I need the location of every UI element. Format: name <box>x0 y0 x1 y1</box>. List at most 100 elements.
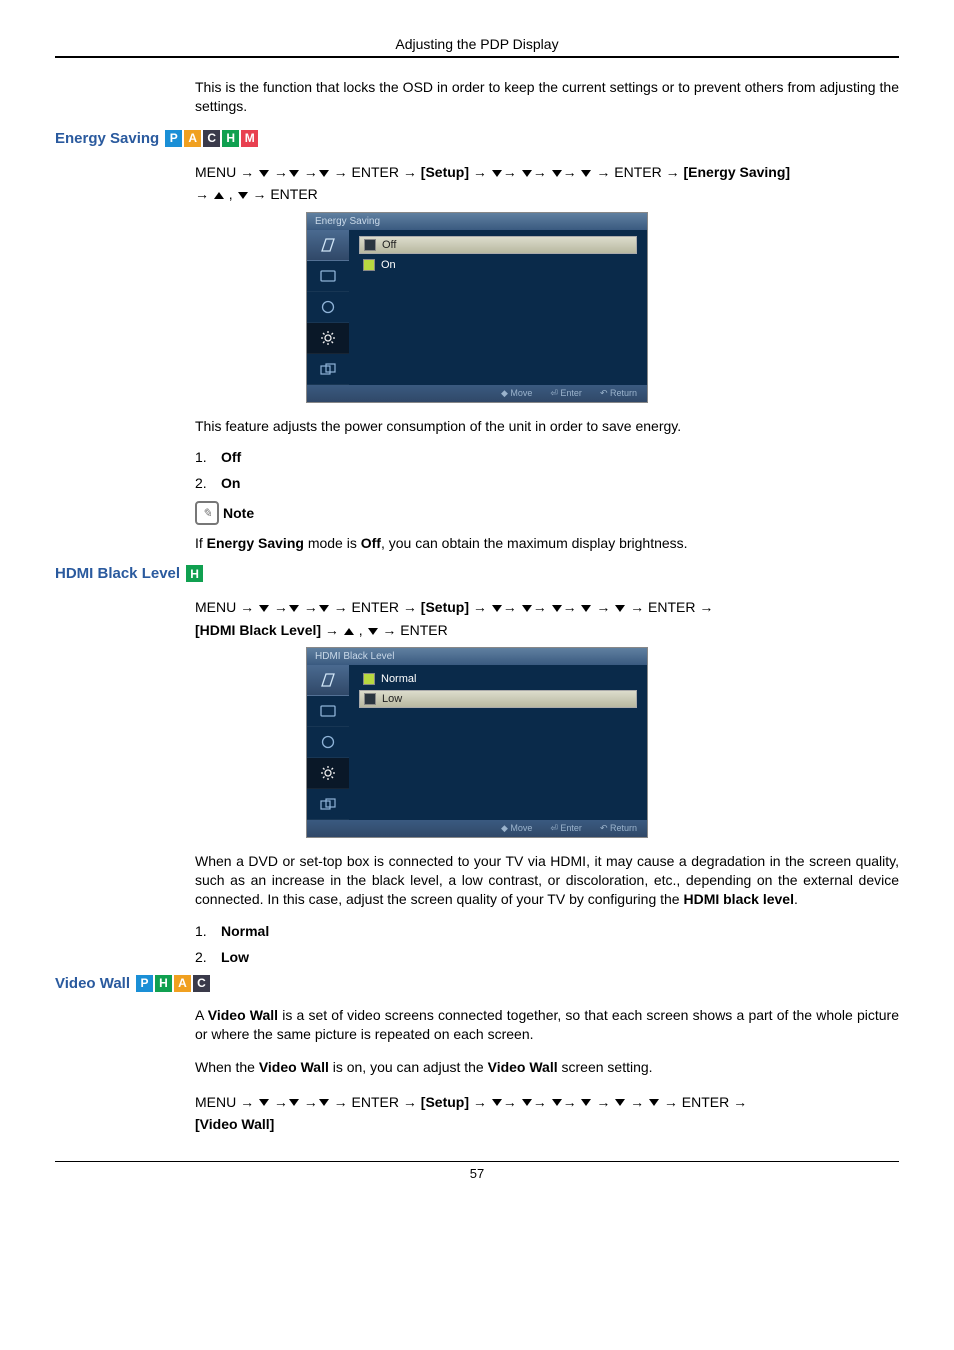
checkbox-checked-icon <box>363 259 375 271</box>
badge-h-icon: H <box>222 130 239 147</box>
page-number: 57 <box>55 1166 899 1181</box>
videowall-p1: A Video Wall is a set of video screens c… <box>195 1006 899 1044</box>
arrow-down-icon <box>259 1099 269 1106</box>
badge-c-icon: C <box>203 130 220 147</box>
badge-p-icon: P <box>136 975 153 992</box>
note-text: If Energy Saving mode is Off, you can ob… <box>195 535 899 551</box>
badge-group: P A C H M <box>165 130 258 147</box>
arrow-down-icon <box>522 170 532 177</box>
note-icon: ✎ <box>195 501 219 525</box>
badge-p-icon: P <box>165 130 182 147</box>
osd-footer-move: Move <box>510 388 532 398</box>
osd-footer-return: Return <box>610 388 637 398</box>
osd-main: Off On <box>349 230 647 385</box>
osd-tab-setup-icon <box>307 323 349 354</box>
section-hdmi-black-level: HDMI Black Level H <box>55 565 899 582</box>
osd-footer-enter: Enter <box>560 823 582 833</box>
note-label-text: Note <box>223 505 254 521</box>
section-title-text: Energy Saving <box>55 130 159 147</box>
list-item: 2.On <box>195 475 899 491</box>
nav-setup: [Setup] <box>421 164 469 180</box>
osd-option-on: On <box>359 257 637 273</box>
checkbox-icon <box>364 239 376 251</box>
nav-target: [HDMI Black Level] <box>195 622 321 638</box>
arrow-down-icon <box>615 605 625 612</box>
arrow-down-icon <box>259 605 269 612</box>
osd-footer-enter: Enter <box>560 388 582 398</box>
badge-m-icon: M <box>241 130 258 147</box>
nav-sequence-hdmi: MENU → → → → ENTER → [Setup] → → → → → →… <box>195 596 899 641</box>
osd-footer-return: Return <box>610 823 637 833</box>
arrow-down-icon <box>522 1099 532 1106</box>
arrow-down-icon <box>581 1099 591 1106</box>
arrow-down-icon <box>319 170 329 177</box>
list-item: 2.Low <box>195 949 899 965</box>
arrow-down-icon <box>552 170 562 177</box>
note-block: ✎ Note If Energy Saving mode is Off, you… <box>195 501 899 551</box>
list-item: 1.Normal <box>195 923 899 939</box>
arrow-down-icon <box>581 605 591 612</box>
arrow-down-icon <box>238 192 248 199</box>
arrow-down-icon <box>319 605 329 612</box>
osd-titlebar: Energy Saving <box>307 213 647 230</box>
osd-footer: ◆ Move ⏎ Enter ↶ Return <box>307 385 647 402</box>
page-header: Adjusting the PDP Display <box>55 36 899 52</box>
videowall-p2: When the Video Wall is on, you can adjus… <box>195 1058 899 1077</box>
checkbox-icon <box>364 693 376 705</box>
nav-target: [Video Wall] <box>195 1116 274 1132</box>
osd-tab-setup-icon <box>307 758 349 789</box>
list-item-label: Low <box>221 949 249 965</box>
list-item: 1.Off <box>195 449 899 465</box>
section-title-text: HDMI Black Level <box>55 565 180 582</box>
energy-desc: This feature adjusts the power consumpti… <box>195 417 899 436</box>
badge-h-icon: H <box>186 565 203 582</box>
osd-hdmi-black-level: HDMI Black Level Normal Low ◆ Move ⏎ Ent… <box>306 647 648 838</box>
list-item-label: Off <box>221 449 241 465</box>
badge-h-icon: H <box>155 975 172 992</box>
arrow-up-icon <box>214 192 224 199</box>
osd-main: Normal Low <box>349 665 647 820</box>
osd-footer: ◆ Move ⏎ Enter ↶ Return <box>307 820 647 837</box>
section-title-text: Video Wall <box>55 975 130 992</box>
osd-option-low: Low <box>359 690 637 708</box>
osd-option-label: Low <box>382 693 402 705</box>
arrow-down-icon <box>319 1099 329 1106</box>
section-video-wall: Video Wall P H A C <box>55 975 899 992</box>
arrow-down-icon <box>552 605 562 612</box>
osd-option-off: Off <box>359 236 637 254</box>
checkbox-checked-icon <box>363 673 375 685</box>
osd-tab-multi-icon <box>307 789 349 820</box>
hdmi-list: 1.Normal 2.Low <box>195 923 899 965</box>
list-item-label: On <box>221 475 240 491</box>
osd-sidebar <box>307 665 349 820</box>
osd-footer-move: Move <box>510 823 532 833</box>
hdmi-desc: When a DVD or set-top box is connected t… <box>195 852 899 909</box>
osd-sidebar <box>307 230 349 385</box>
arrow-down-icon <box>289 1099 299 1106</box>
energy-list: 1.Off 2.On <box>195 449 899 491</box>
nav-sequence-energy: MENU → → → → ENTER → [Setup] → → → → → E… <box>195 161 899 206</box>
nav-setup: [Setup] <box>421 1094 469 1110</box>
osd-titlebar: HDMI Black Level <box>307 648 647 665</box>
arrow-down-icon <box>492 1099 502 1106</box>
osd-tab-sound-icon <box>307 292 349 323</box>
note-label: ✎ Note <box>195 501 899 525</box>
osd-option-label: Off <box>382 239 396 251</box>
intro-text: This is the function that locks the OSD … <box>195 78 899 116</box>
header-divider <box>55 56 899 58</box>
arrow-down-icon <box>552 1099 562 1106</box>
osd-tab-input-icon <box>307 230 349 261</box>
nav-sequence-videowall: MENU → → → → ENTER → [Setup] → → → → → →… <box>195 1091 899 1136</box>
osd-option-label: On <box>381 259 396 271</box>
arrow-up-icon <box>344 628 354 635</box>
badge-a-icon: A <box>184 130 201 147</box>
osd-tab-sound-icon <box>307 727 349 758</box>
list-item-label: Normal <box>221 923 269 939</box>
osd-option-normal: Normal <box>359 671 637 687</box>
arrow-down-icon <box>259 170 269 177</box>
badge-group: H <box>186 565 203 582</box>
osd-energy-saving: Energy Saving Off On ◆ Move ⏎ Enter ↶ Re… <box>306 212 648 403</box>
osd-tab-picture-icon <box>307 696 349 727</box>
osd-option-label: Normal <box>381 673 416 685</box>
osd-tab-picture-icon <box>307 261 349 292</box>
